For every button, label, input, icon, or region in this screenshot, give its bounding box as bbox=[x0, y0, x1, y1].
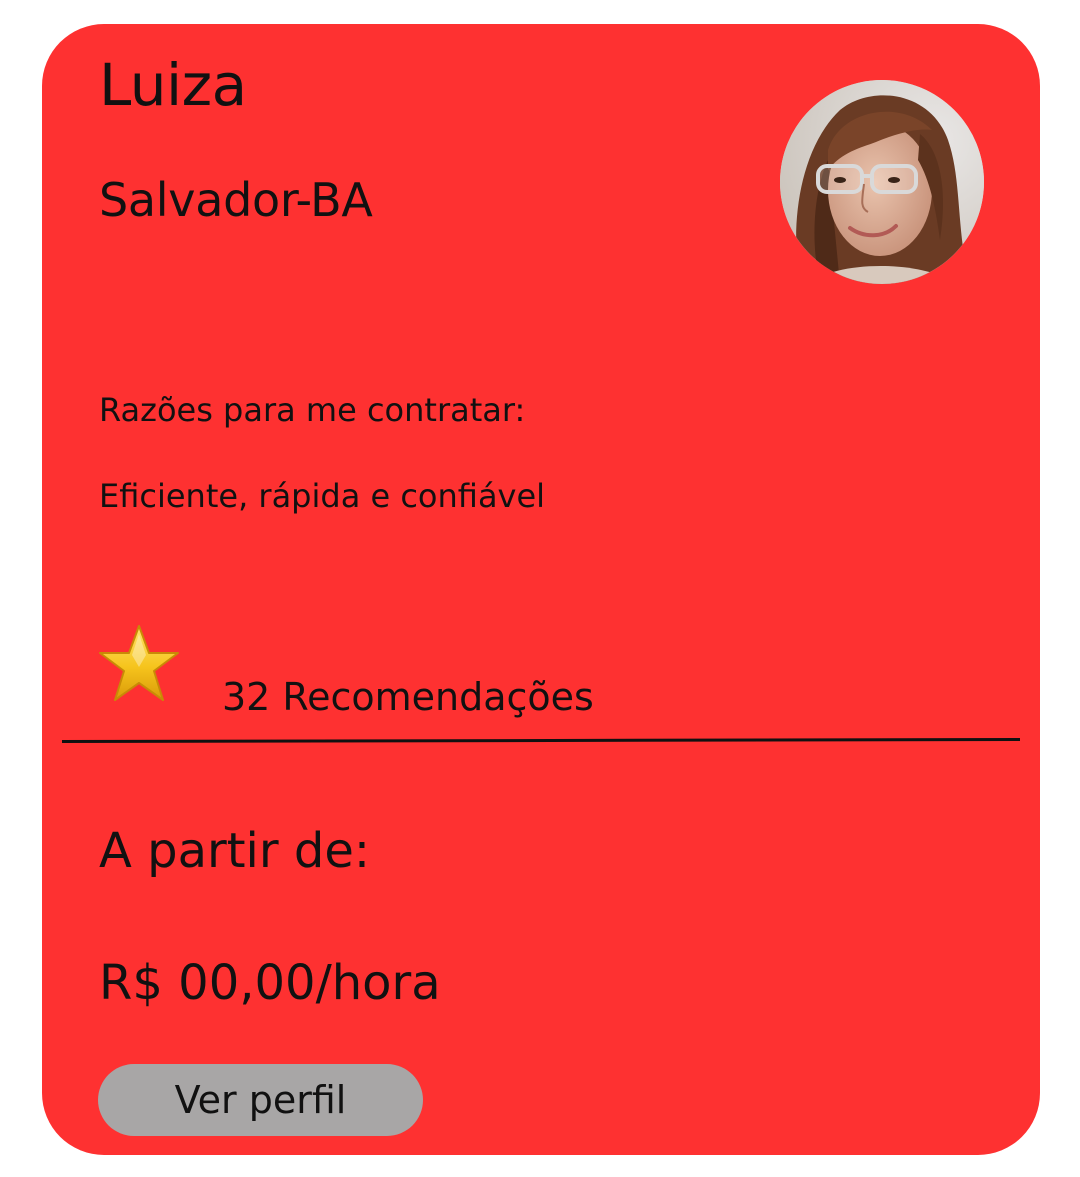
avatar-photo bbox=[780, 80, 984, 284]
reasons-text: Eficiente, rápida e confiável bbox=[99, 477, 546, 515]
price-from-label: A partir de: bbox=[99, 823, 371, 879]
caregiver-location: Salvador-BA bbox=[99, 173, 373, 227]
price-value: R$ 00,00/hora bbox=[99, 955, 441, 1011]
reasons-label: Razões para me contratar: bbox=[99, 391, 526, 429]
star-icon bbox=[97, 622, 181, 706]
avatar bbox=[780, 80, 984, 284]
recommendations-count: 32 Recomendações bbox=[222, 675, 594, 719]
caregiver-card: Luiza Salvador-BA Razões para me contrat… bbox=[42, 24, 1040, 1155]
caregiver-name: Luiza bbox=[99, 51, 247, 119]
divider bbox=[61, 737, 1021, 743]
view-profile-button[interactable]: Ver perfil bbox=[98, 1064, 423, 1136]
